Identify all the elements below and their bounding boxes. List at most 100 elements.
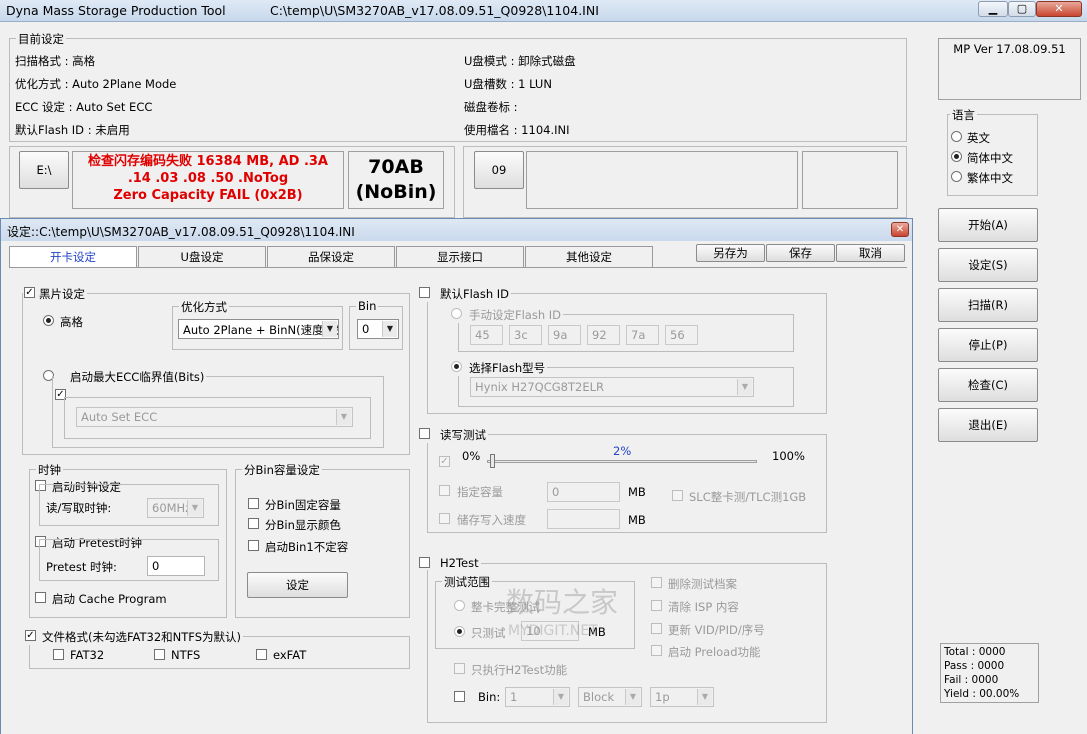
rw-test-checkbox[interactable] bbox=[419, 428, 430, 439]
bin1-label: 启动Bin1不定容 bbox=[265, 540, 349, 554]
exfat-checkbox[interactable] bbox=[256, 649, 267, 660]
h2-bin-select[interactable]: 1 ▼ bbox=[505, 687, 570, 707]
window-close-button[interactable]: ✕ bbox=[1036, 1, 1082, 17]
h2-block-select[interactable]: Block ▼ bbox=[578, 687, 642, 707]
optimize-select[interactable]: Auto 2Plane + BinN(速度优先 ▼ bbox=[178, 319, 339, 339]
flash-id-legend: 默认Flash ID bbox=[424, 286, 512, 302]
chevron-down-icon: ▼ bbox=[553, 689, 568, 705]
stop-button[interactable]: 停止(P) bbox=[938, 328, 1038, 362]
exit-button[interactable]: 退出(E) bbox=[938, 408, 1038, 442]
h2test-checkbox[interactable] bbox=[419, 557, 430, 568]
write-speed-input[interactable] bbox=[547, 509, 620, 529]
h2-plane-select[interactable]: 1p ▼ bbox=[650, 687, 714, 707]
device-2-code-panel bbox=[802, 151, 898, 209]
chevron-down-icon: ▼ bbox=[336, 409, 351, 425]
dialog-title: 设定::C:\temp\U\SM3270AB_v17.08.09.51_Q092… bbox=[7, 225, 355, 239]
flash-model-legend: 选择Flash型号 bbox=[453, 360, 548, 376]
minimize-button[interactable]: ▁ bbox=[978, 1, 1008, 17]
bin-select[interactable]: 0 ▼ bbox=[357, 319, 399, 339]
h2-only-checkbox[interactable] bbox=[454, 663, 465, 674]
capacity-input[interactable]: 0 bbox=[547, 482, 620, 502]
clock-legend: 时钟 bbox=[36, 462, 63, 478]
scan-button[interactable]: 扫描(R) bbox=[938, 288, 1038, 322]
maximize-button[interactable]: ▢ bbox=[1008, 1, 1036, 17]
ntfs-checkbox[interactable] bbox=[154, 649, 165, 660]
full-test-radio[interactable] bbox=[454, 600, 465, 611]
update-vid-checkbox[interactable] bbox=[651, 623, 662, 634]
lang-traditional-radio[interactable] bbox=[951, 171, 962, 182]
rw-min-label: 0% bbox=[462, 449, 481, 463]
flash-id-checkbox[interactable] bbox=[419, 287, 430, 298]
flash-id-byte-1[interactable]: 45 bbox=[470, 325, 503, 345]
rw-slider-track[interactable] bbox=[487, 460, 757, 463]
rw-max-label: 100% bbox=[772, 449, 805, 463]
device-bin: (NoBin) bbox=[355, 181, 437, 203]
error-line-2: .14 .03 .08 .50 .NoTog bbox=[127, 171, 289, 186]
tab-qa-settings[interactable]: 品保设定 bbox=[267, 246, 395, 267]
stats-total: Total : 0000 bbox=[944, 646, 1006, 658]
partial-test-radio[interactable] bbox=[454, 626, 465, 637]
high-format-radio[interactable] bbox=[43, 315, 54, 326]
flash-id-byte-5[interactable]: 7a bbox=[626, 325, 659, 345]
clear-isp-checkbox[interactable] bbox=[651, 600, 662, 611]
lang-simplified-label: 简体中文 bbox=[967, 151, 1013, 165]
h2-only-label: 只执行H2Test功能 bbox=[471, 663, 568, 677]
h2-bin-checkbox[interactable] bbox=[454, 691, 465, 702]
cache-program-label: 启动 Cache Program bbox=[52, 592, 167, 606]
preload-label: 启动 Preload功能 bbox=[668, 645, 761, 659]
tab-other-settings[interactable]: 其他设定 bbox=[525, 246, 653, 267]
write-speed-checkbox[interactable] bbox=[439, 513, 450, 524]
cancel-button[interactable]: 取消 bbox=[836, 244, 905, 262]
tab-display-interface[interactable]: 显示接口 bbox=[396, 246, 524, 267]
bin-set-button[interactable]: 设定 bbox=[247, 572, 348, 598]
app-title: Dyna Mass Storage Production Tool bbox=[6, 3, 226, 18]
flash-id-byte-6[interactable]: 56 bbox=[665, 325, 698, 345]
settings-dialog: 设定::C:\temp\U\SM3270AB_v17.08.09.51_Q092… bbox=[0, 218, 913, 734]
bin-color-checkbox[interactable] bbox=[248, 518, 259, 529]
rw-clock-select[interactable]: 60MHz ▼ bbox=[147, 498, 204, 518]
flash-id-byte-2[interactable]: 3c bbox=[509, 325, 542, 345]
chip-settings-checkbox[interactable]: ✓ bbox=[24, 287, 35, 298]
tab-card-open[interactable]: 开卡设定 bbox=[9, 246, 137, 267]
manual-flash-radio[interactable] bbox=[451, 308, 462, 319]
lang-english-radio[interactable] bbox=[951, 131, 962, 142]
fs-checkbox[interactable]: ✓ bbox=[25, 630, 36, 641]
save-button[interactable]: 保存 bbox=[766, 244, 835, 262]
capacity-checkbox[interactable] bbox=[439, 485, 450, 496]
tab-disk-settings[interactable]: U盘设定 bbox=[138, 246, 266, 267]
stats-fail: Fail : 0000 bbox=[944, 674, 999, 686]
check-button[interactable]: 检查(C) bbox=[938, 368, 1038, 402]
dialog-close-button[interactable]: ✕ bbox=[891, 222, 909, 237]
delete-test-file-checkbox[interactable] bbox=[651, 577, 662, 588]
chevron-down-icon: ▼ bbox=[697, 689, 712, 705]
bin-fixed-checkbox[interactable] bbox=[248, 498, 259, 509]
rw-progress-checkbox[interactable]: ✓ bbox=[439, 456, 450, 467]
start-button[interactable]: 开始(A) bbox=[938, 208, 1038, 242]
rw-slider-thumb[interactable] bbox=[490, 454, 496, 468]
clear-isp-label: 清除 ISP 内容 bbox=[668, 600, 739, 614]
flash-id-byte-4[interactable]: 92 bbox=[587, 325, 620, 345]
drive-port-button[interactable]: E:\ bbox=[19, 151, 69, 189]
tab-divider bbox=[9, 267, 907, 268]
device-port-2-button[interactable]: 09 bbox=[474, 151, 524, 189]
ecc-select[interactable]: Auto Set ECC ▼ bbox=[76, 407, 353, 427]
stats-panel: Total : 0000 Pass : 0000 Fail : 0000 Yie… bbox=[940, 643, 1039, 703]
cache-program-checkbox[interactable] bbox=[35, 592, 46, 603]
bin-capacity-legend: 分Bin容量设定 bbox=[242, 462, 322, 478]
watermark-url: MYDIGIT.NET bbox=[508, 623, 598, 639]
pretest-clock-input[interactable]: 0 bbox=[147, 556, 205, 576]
flash-id-byte-3[interactable]: 9a bbox=[548, 325, 581, 345]
flash-model-select[interactable]: Hynix H27QCG8T2ELR ▼ bbox=[470, 377, 754, 397]
partial-test-label: 只测试 bbox=[471, 626, 506, 640]
bin1-checkbox[interactable] bbox=[248, 540, 259, 551]
lang-simplified-radio[interactable] bbox=[951, 151, 962, 162]
write-speed-unit: MB bbox=[628, 513, 646, 527]
capacity-label: 指定容量 bbox=[457, 485, 503, 499]
fat32-checkbox[interactable] bbox=[53, 649, 64, 660]
write-speed-label: 储存写入速度 bbox=[457, 513, 526, 527]
preload-checkbox[interactable] bbox=[651, 645, 662, 656]
settings-button[interactable]: 设定(S) bbox=[938, 248, 1038, 282]
save-as-button[interactable]: 另存为 bbox=[696, 244, 765, 262]
flash-model-radio[interactable] bbox=[451, 361, 462, 372]
slc-checkbox[interactable] bbox=[672, 490, 683, 501]
